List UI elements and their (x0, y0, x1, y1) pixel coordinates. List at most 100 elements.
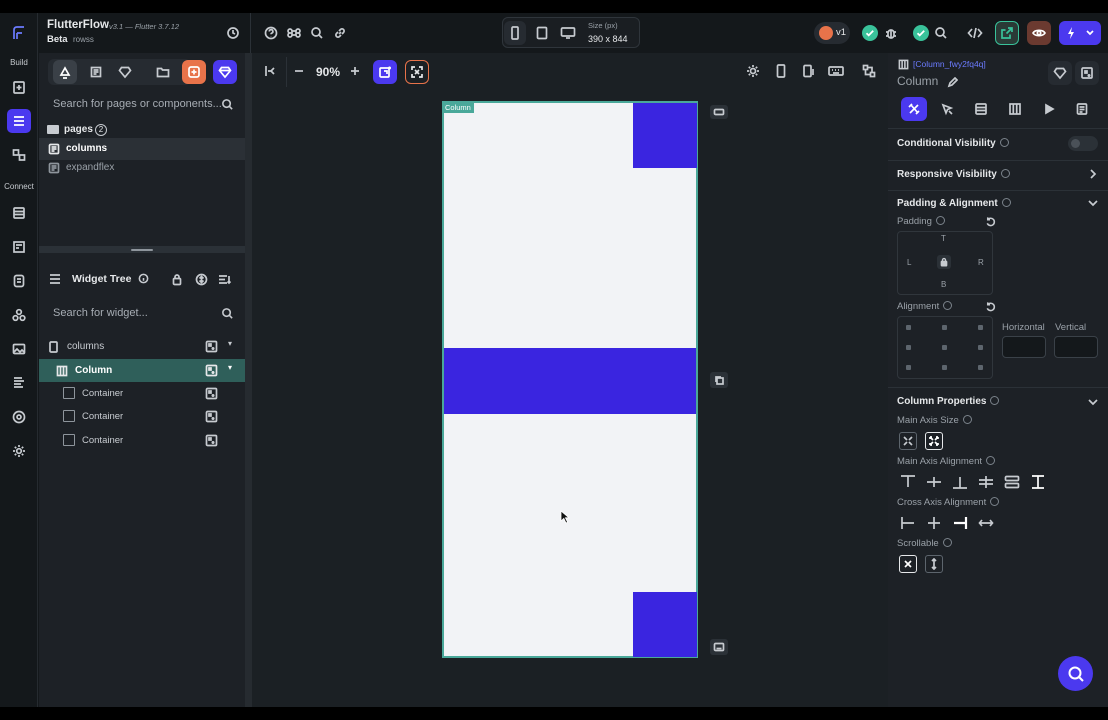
padding-bottom-label[interactable]: B (941, 280, 946, 289)
tree-node-container-3[interactable]: Container (39, 429, 245, 452)
widget-diamond-icon[interactable] (1048, 61, 1072, 85)
code-view-icon[interactable] (964, 22, 986, 44)
scrollable-on-icon[interactable] (925, 555, 943, 573)
run-dropdown-chevron-icon[interactable] (1082, 23, 1098, 43)
container-middle[interactable] (444, 348, 696, 414)
orientation-icon[interactable] (801, 63, 817, 79)
properties-tab-icon[interactable] (901, 97, 927, 121)
keyboard-icon[interactable] (827, 63, 845, 79)
zoom-out-icon[interactable] (291, 63, 307, 79)
palette-icon[interactable] (7, 405, 31, 429)
theme-icon[interactable] (7, 371, 31, 395)
conditional-visibility-toggle[interactable] (1068, 136, 1098, 151)
desktop-device-icon[interactable] (557, 22, 579, 44)
align-top-center[interactable] (942, 325, 947, 330)
info-icon[interactable] (990, 496, 1000, 506)
align-center-right[interactable] (978, 345, 983, 350)
command-shortcut-icon[interactable] (285, 24, 303, 42)
info-icon[interactable] (999, 137, 1009, 147)
reset-padding-icon[interactable] (983, 214, 997, 228)
backend-query-tab-icon[interactable] (972, 100, 990, 118)
widget-id[interactable]: [Column_fwy2fq4q] (913, 59, 986, 69)
align-center-left[interactable] (906, 345, 911, 350)
info-icon[interactable] (943, 300, 953, 310)
main-axis-start-icon[interactable] (899, 473, 917, 491)
media-assets-icon[interactable] (7, 337, 31, 361)
lock-icon[interactable] (169, 271, 185, 287)
main-axis-end-icon[interactable] (951, 473, 969, 491)
search-fab-icon[interactable] (1058, 656, 1093, 691)
search-icon[interactable] (308, 24, 326, 42)
help-icon[interactable] (262, 24, 280, 42)
container-bottom[interactable] (633, 592, 697, 657)
collapse-panel-icon[interactable] (261, 62, 279, 80)
info-icon[interactable] (986, 455, 996, 465)
search-pages-bar[interactable]: Search for pages or components... (53, 91, 237, 117)
animation-play-tab-icon[interactable] (1040, 100, 1058, 118)
info-icon[interactable] (962, 414, 972, 424)
comments-icon[interactable] (932, 24, 950, 42)
align-top-right[interactable] (978, 325, 983, 330)
widget-palette-icon[interactable] (53, 60, 77, 84)
padding-lock-icon[interactable] (937, 255, 951, 269)
link-icon[interactable] (331, 24, 349, 42)
add-child-widget-icon[interactable] (203, 363, 219, 378)
column-properties-header[interactable]: Column Properties (897, 395, 1000, 407)
info-icon[interactable] (990, 395, 1000, 405)
actions-tab-icon[interactable] (938, 100, 956, 118)
main-axis-space-around-icon[interactable] (1003, 473, 1021, 491)
main-axis-space-evenly-icon[interactable] (1029, 473, 1047, 491)
align-top-left[interactable] (906, 325, 911, 330)
layout-tab-icon[interactable] (1006, 100, 1024, 118)
api-calls-icon[interactable] (7, 235, 31, 259)
custom-code-icon[interactable] (7, 303, 31, 327)
size-value[interactable]: 390 x 844 (588, 34, 628, 44)
ai-generate-icon[interactable] (405, 60, 429, 84)
settings-gear-icon[interactable] (7, 439, 31, 463)
marketplace-diamond-icon[interactable] (113, 60, 137, 84)
components-icon[interactable] (84, 60, 108, 84)
page-item-expandflex[interactable]: expandflex (39, 157, 245, 179)
chevron-down-icon[interactable] (1086, 395, 1100, 409)
add-child-widget-icon[interactable] (203, 433, 219, 448)
preview-eye-icon[interactable] (1027, 21, 1051, 45)
add-page-icon[interactable] (7, 75, 31, 99)
documentation-tab-icon[interactable] (1073, 100, 1091, 118)
copy-widget-icon[interactable] (710, 372, 728, 388)
chevron-right-icon[interactable] (1086, 167, 1100, 181)
device-screen[interactable] (442, 101, 698, 658)
scrollable-off-icon[interactable] (899, 555, 917, 573)
tree-node-columns[interactable]: columns ▾ (39, 335, 245, 358)
rename-pencil-icon[interactable] (945, 75, 959, 89)
add-widget-icon[interactable] (1075, 61, 1099, 85)
align-bottom-left[interactable] (906, 365, 911, 370)
tree-node-column-selected[interactable]: Column ▾ (39, 359, 245, 382)
zoom-level[interactable]: 90% (316, 65, 340, 79)
info-icon[interactable] (942, 537, 952, 547)
padding-top-label[interactable]: T (941, 234, 946, 243)
info-icon[interactable] (136, 271, 150, 285)
tree-node-menu-caret-icon[interactable]: ▾ (228, 339, 232, 348)
add-child-widget-icon[interactable] (203, 409, 219, 424)
add-child-widget-icon[interactable] (203, 339, 219, 354)
storyboard-icon[interactable] (7, 143, 31, 167)
reset-alignment-icon[interactable] (983, 299, 997, 313)
main-axis-max-icon[interactable] (925, 432, 943, 450)
main-axis-center-icon[interactable] (925, 473, 943, 491)
debug-bug-icon[interactable] (882, 24, 900, 42)
info-icon[interactable] (935, 215, 945, 225)
main-axis-min-icon[interactable] (899, 432, 917, 450)
alignment-grid[interactable] (897, 316, 993, 379)
folder-icon[interactable] (151, 60, 175, 84)
widget-handle-top-icon[interactable] (710, 105, 728, 119)
app-state-icon[interactable] (7, 269, 31, 293)
database-icon[interactable] (7, 201, 31, 225)
zoom-in-icon[interactable] (347, 63, 363, 79)
cross-axis-stretch-icon[interactable] (977, 514, 995, 532)
resize-handle[interactable] (131, 249, 153, 251)
tree-node-container-2[interactable]: Container (39, 405, 245, 428)
light-mode-sun-icon[interactable] (745, 63, 761, 79)
add-component-icon[interactable] (182, 60, 206, 84)
tree-node-menu-caret-icon[interactable]: ▾ (228, 363, 232, 372)
main-axis-space-between-icon[interactable] (977, 473, 995, 491)
